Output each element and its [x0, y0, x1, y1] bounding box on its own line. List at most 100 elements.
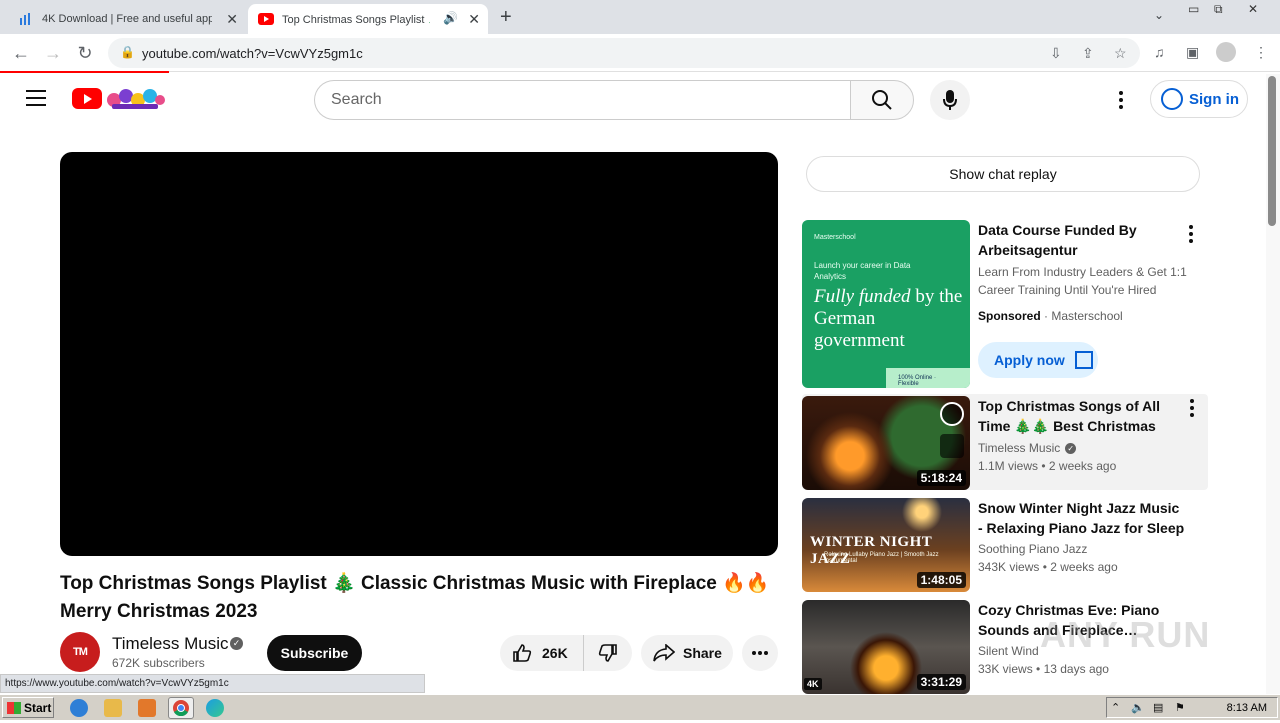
video-duration: 5:18:24: [916, 470, 966, 486]
sign-in-button[interactable]: Sign in: [1150, 80, 1248, 118]
browser-tab-youtube[interactable]: Top Christmas Songs Playlist 🎄 🔊 ✕: [248, 4, 488, 34]
scrollbar-thumb[interactable]: [1268, 76, 1276, 226]
youtube-logo-icon[interactable]: [72, 88, 102, 109]
thumbs-down-icon: [598, 644, 617, 662]
microphone-icon: [943, 90, 957, 110]
back-icon[interactable]: ←: [10, 42, 32, 64]
verified-badge-icon: ✓: [1065, 443, 1077, 455]
video-thumbnail[interactable]: WINTER NIGHT JAZZ Relaxing Lullaby Piano…: [802, 498, 970, 592]
guide-menu-icon[interactable]: [26, 90, 46, 106]
audio-playing-icon[interactable]: 🔊: [443, 11, 458, 25]
new-tab-icon[interactable]: +: [500, 6, 512, 29]
windows-taskbar: Start ⌃ 🔈 ▤ ⚑ 8:13 AM: [0, 694, 1280, 720]
show-chat-replay-button[interactable]: Show chat replay: [806, 156, 1200, 192]
video-thumbnail[interactable]: 4K 3:31:29: [802, 600, 970, 694]
ad-title[interactable]: Data Course Funded By Arbeitsagentur: [978, 220, 1178, 260]
recommendation-item[interactable]: WINTER NIGHT JAZZ Relaxing Lullaby Piano…: [802, 498, 1208, 594]
like-button[interactable]: 26K: [500, 635, 584, 671]
advertiser-name: Masterschool: [1051, 309, 1123, 323]
verified-badge-icon: ✓: [230, 637, 243, 650]
search-input[interactable]: [315, 81, 852, 119]
minimize-icon[interactable]: ▭: [1188, 2, 1199, 16]
share-label: Share: [683, 645, 722, 661]
browser-tab-strip: 4K Download | Free and useful appli ✕ To…: [0, 0, 1280, 34]
clock[interactable]: 8:13 AM: [1227, 702, 1267, 714]
search-button[interactable]: [850, 80, 914, 120]
install-app-icon[interactable]: ⇩: [1050, 45, 1062, 62]
ad-menu-icon[interactable]: [1186, 224, 1196, 244]
video-player[interactable]: [60, 152, 778, 556]
recommendation-stats: 1.1M views • 2 weeks ago: [978, 459, 1117, 473]
browser-toolbar: ← → ↻ 🔒 youtube.com/watch?v=VcwVYz5gm1c …: [0, 34, 1280, 72]
tab-search-icon[interactable]: ⌄: [1154, 8, 1164, 22]
search-field[interactable]: [314, 80, 852, 120]
4k-badge: 4K: [804, 678, 822, 690]
reload-icon[interactable]: ↻: [74, 42, 96, 64]
chrome-taskbar-button[interactable]: [168, 697, 194, 719]
action-center-icon[interactable]: ⚑: [1175, 701, 1185, 714]
recommendation-title[interactable]: Snow Winter Night Jazz Music - Relaxing …: [978, 498, 1186, 538]
settings-more-icon[interactable]: [1110, 88, 1132, 112]
video-thumbnail[interactable]: 5:18:24: [802, 396, 970, 490]
ad-thumbnail[interactable]: Masterschool Launch your career in Data …: [802, 220, 970, 388]
tray-expand-icon[interactable]: ⌃: [1111, 701, 1120, 714]
more-actions-button[interactable]: [742, 635, 778, 671]
bookmark-star-icon[interactable]: ☆: [1114, 45, 1127, 62]
share-button[interactable]: Share: [641, 635, 733, 671]
tab-title: 4K Download | Free and useful appli: [42, 13, 212, 25]
youtube-favicon-icon: [258, 11, 274, 27]
recommendation-title[interactable]: Top Christmas Songs of All Time 🎄🎄 Best …: [978, 396, 1186, 436]
ad-thumb-tagline: Launch your career in Data Analytics: [814, 261, 911, 281]
link-status-bar: https://www.youtube.com/watch?v=VcwVYz5g…: [0, 674, 425, 693]
add-to-queue-icon[interactable]: [940, 434, 964, 458]
forward-icon[interactable]: →: [42, 42, 64, 64]
youtube-doodle-icon[interactable]: [106, 86, 166, 110]
voice-search-button[interactable]: [930, 80, 970, 120]
subscriber-count: 672K subscribers: [112, 656, 205, 670]
recommendation-channel: Soothing Piano Jazz: [978, 542, 1088, 556]
dislike-button[interactable]: [584, 635, 632, 671]
browser-tab-4k-download[interactable]: 4K Download | Free and useful appli ✕: [8, 4, 246, 34]
windows-logo-icon: [7, 701, 21, 714]
apply-now-button[interactable]: Apply now: [978, 342, 1098, 378]
tab-close-icon[interactable]: ✕: [226, 11, 238, 28]
recommendation-menu-icon[interactable]: [1187, 398, 1197, 418]
page-load-progress: [0, 71, 169, 73]
sponsored-label: Sponsored: [978, 309, 1041, 323]
close-window-icon[interactable]: ✕: [1248, 2, 1258, 16]
chrome-icon: [173, 700, 189, 717]
apply-now-label: Apply now: [994, 352, 1065, 368]
volume-icon[interactable]: 🔈: [1131, 701, 1145, 714]
internet-explorer-icon[interactable]: [70, 699, 88, 717]
sign-in-label: Sign in: [1189, 90, 1239, 108]
address-bar[interactable]: 🔒 youtube.com/watch?v=VcwVYz5gm1c ⇩ ⇪ ☆: [108, 38, 1140, 68]
like-dislike-group: 26K: [500, 635, 632, 671]
media-player-icon[interactable]: [138, 699, 156, 717]
4k-download-favicon-icon: [18, 11, 34, 27]
video-duration: 1:48:05: [916, 572, 966, 588]
chrome-menu-icon[interactable]: ⋮: [1254, 44, 1268, 61]
side-panel-icon[interactable]: ▣: [1186, 44, 1199, 61]
watch-later-icon[interactable]: [940, 402, 964, 426]
subscribe-button[interactable]: Subscribe: [267, 635, 362, 671]
address-url[interactable]: youtube.com/watch?v=VcwVYz5gm1c: [142, 46, 363, 61]
ad-thumb-headline: Fully funded by the German government: [814, 286, 963, 351]
search-icon: [872, 90, 892, 110]
file-explorer-icon[interactable]: [104, 699, 122, 717]
network-icon[interactable]: ▤: [1153, 701, 1163, 714]
recommendation-item[interactable]: 5:18:24 Top Christmas Songs of All Time …: [802, 394, 1208, 490]
start-button[interactable]: Start: [2, 697, 54, 718]
start-label: Start: [24, 700, 52, 715]
recommendation-channel: Timeless Music ✓: [978, 441, 1077, 455]
media-controls-icon[interactable]: ♫: [1154, 44, 1165, 60]
profile-avatar-icon[interactable]: [1216, 42, 1236, 62]
channel-avatar[interactable]: TM: [60, 632, 100, 672]
share-page-icon[interactable]: ⇪: [1082, 45, 1094, 62]
edge-icon[interactable]: [206, 699, 224, 717]
recommendation-stats: 343K views • 2 weeks ago: [978, 560, 1118, 574]
channel-name[interactable]: Timeless Music: [112, 634, 229, 654]
restore-icon[interactable]: ⧉: [1214, 2, 1223, 17]
lock-icon: 🔒: [120, 45, 135, 59]
tab-close-icon[interactable]: ✕: [468, 11, 480, 28]
tab-title: Top Christmas Songs Playlist 🎄: [282, 13, 430, 26]
